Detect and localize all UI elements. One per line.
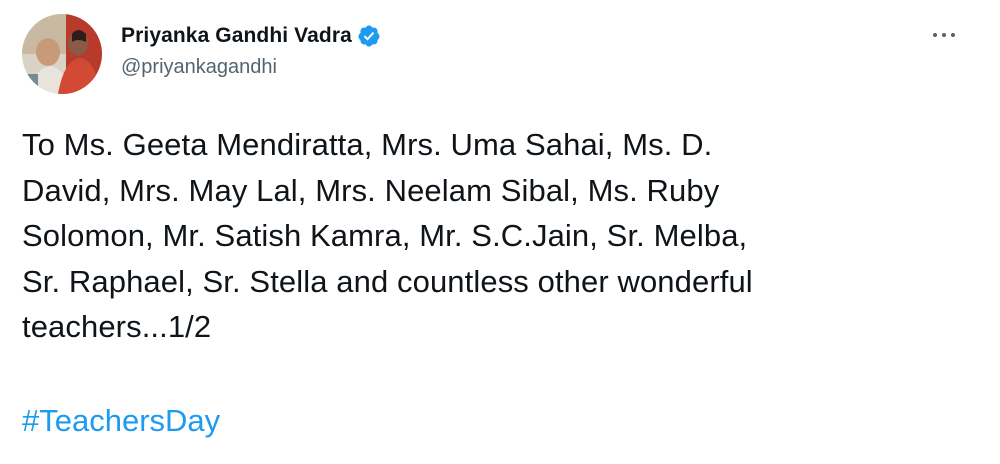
tweet-text-line: teachers...1/2 [22,309,212,344]
tweet-text-line: Sr. Raphael, Sr. Stella and countless ot… [22,263,753,299]
more-options-icon[interactable] [924,22,964,48]
hashtag-link[interactable]: #TeachersDay [22,398,220,443]
author-handle[interactable]: @priyankagandhi [121,56,277,79]
tweet-text-line: David, Mrs. May Lal, Mrs. Neelam Sibal, … [22,172,720,208]
more-dot [951,33,955,37]
more-dot [942,33,946,37]
avatar-photo [22,14,102,94]
author-avatar[interactable] [22,14,102,94]
author-display-name[interactable]: Priyanka Gandhi Vadra [121,24,352,48]
tweet-text-line: To Ms. Geeta Mendiratta, Mrs. Uma Sahai,… [22,127,713,162]
tweet-text: To Ms. Geeta Mendiratta, Mrs. Uma Sahai,… [22,122,982,350]
more-dot [933,33,937,37]
author-name-row: Priyanka Gandhi Vadra [121,20,381,52]
tweet-text-line: Solomon, Mr. Satish Kamra, Mr. S.C.Jain,… [22,218,748,253]
tweet-card: Priyanka Gandhi Vadra @priyankagandhi To… [0,0,1000,464]
verified-badge-icon [357,24,381,48]
